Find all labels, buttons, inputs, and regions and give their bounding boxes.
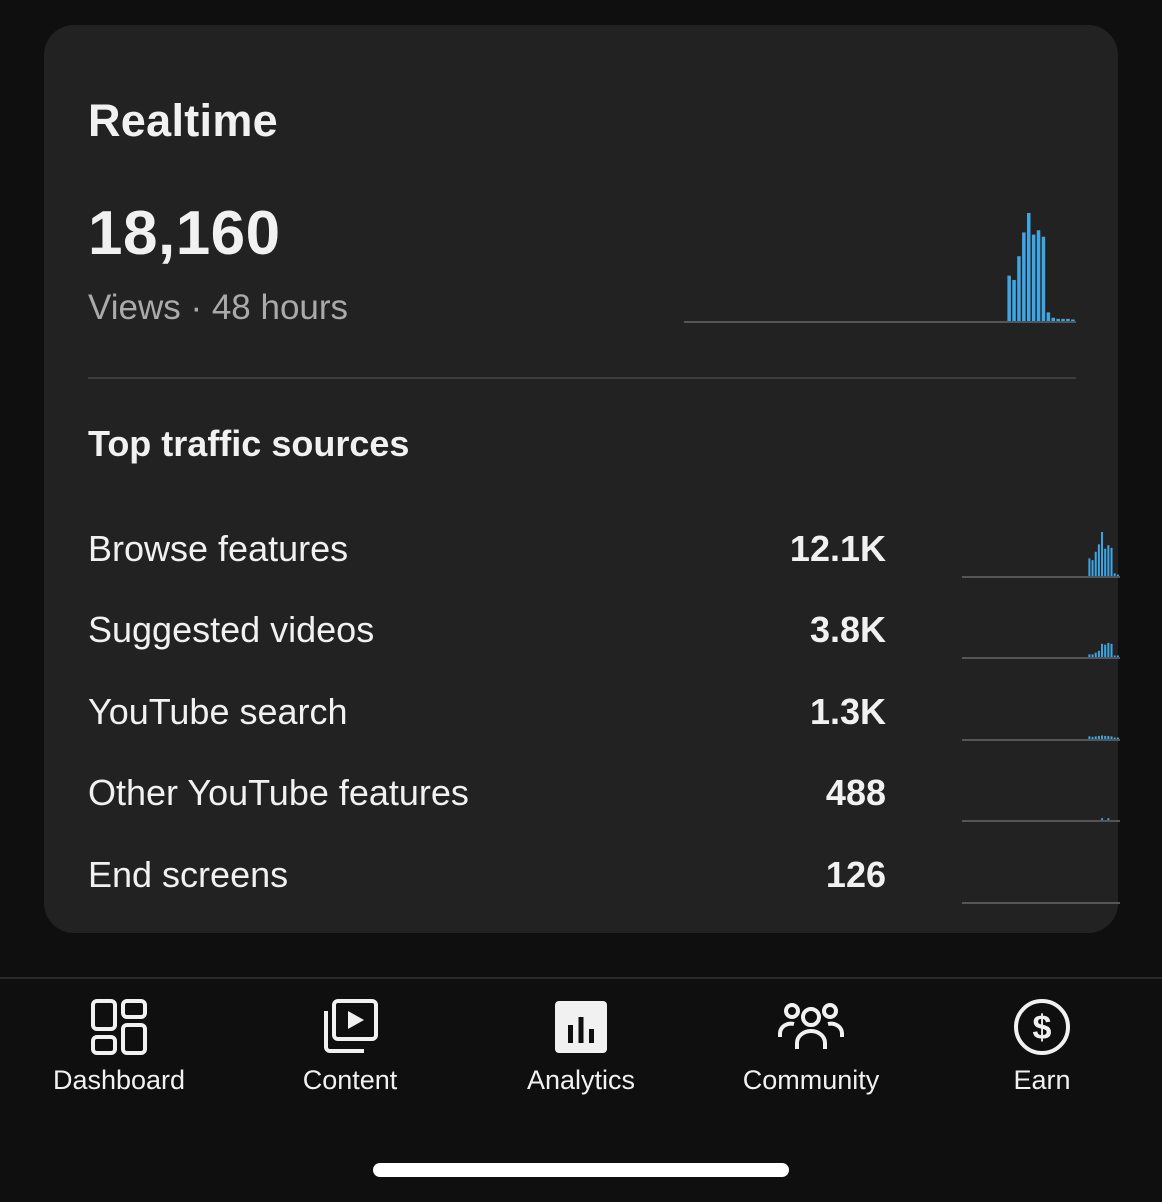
views-subtitle: Views · 48 hours [88, 288, 349, 327]
sparkline-bar [1101, 818, 1104, 820]
traffic-row-youtube-search[interactable]: YouTube search 1.3K [88, 682, 1120, 742]
sparkline-bar [1041, 236, 1046, 321]
nav-analytics[interactable]: Analytics [465, 979, 697, 1109]
sparkline-bar [1066, 318, 1070, 321]
sparkline-bar [1027, 213, 1031, 321]
realtime-title: Realtime [88, 95, 278, 146]
realtime-card[interactable]: Realtime 18,160 Views · 48 hours Top tra… [44, 25, 1120, 933]
traffic-row-other-youtube-features[interactable]: Other YouTube features 488 [88, 763, 1120, 823]
sparkline-bar [1094, 652, 1097, 657]
nav-earn[interactable]: $ Earn [926, 979, 1158, 1109]
nav-community[interactable]: Community [695, 979, 927, 1109]
sparkline-bar [1104, 735, 1107, 739]
traffic-source-sparkline [962, 902, 1120, 904]
sparkline-bar [1007, 275, 1011, 321]
sparkline-bar [1107, 642, 1110, 657]
traffic-source-label: Browse features [88, 528, 349, 569]
earn-icon: $ [1014, 999, 1070, 1055]
sparkline-bar [1110, 547, 1113, 576]
traffic-source-value: 1.3K [809, 691, 886, 732]
sparkline-bar [1097, 544, 1100, 576]
sparkline-bar [1113, 573, 1116, 576]
realtime-views-chart [684, 213, 1076, 323]
sparkline-bar [1071, 319, 1075, 321]
analytics-icon [555, 1001, 607, 1053]
sparkline-bar [1012, 279, 1016, 321]
sparkline-bar [1088, 654, 1091, 657]
divider [88, 377, 1076, 379]
sparkline-bar [1088, 736, 1091, 739]
sparkline-bar [1104, 548, 1107, 576]
sparkline-bar [1046, 312, 1051, 321]
traffic-source-label: Suggested videos [88, 609, 375, 650]
sparkline-bar [1022, 232, 1026, 321]
nav-label: Analytics [526, 1065, 636, 1095]
traffic-source-label: YouTube search [88, 691, 348, 732]
sparkline-bar [1101, 643, 1104, 657]
nav-content[interactable]: Content [234, 979, 466, 1109]
content-icon [324, 999, 378, 1053]
sparkline-bar [1101, 735, 1104, 739]
sparkline-bar [1101, 532, 1104, 576]
sparkline-bar [1107, 818, 1110, 820]
traffic-source-sparkline [962, 532, 1120, 578]
sparkline-bar [1056, 318, 1060, 321]
nav-label: Dashboard [52, 1065, 186, 1095]
sparkline-bar [1097, 650, 1100, 657]
home-indicator[interactable] [373, 1163, 789, 1177]
dashboard-icon [91, 999, 147, 1055]
traffic-sources-title: Top traffic sources [88, 423, 410, 464]
traffic-source-label: Other YouTube features [88, 772, 469, 813]
sparkline-bar [1110, 736, 1113, 739]
traffic-row-end-screens[interactable]: End screens 126 [88, 845, 1120, 905]
community-icon [778, 1003, 844, 1049]
traffic-source-sparkline [962, 735, 1120, 741]
sparkline-bar [1088, 558, 1091, 576]
traffic-source-value: 12.1K [789, 528, 886, 569]
sparkline-bar [1036, 230, 1041, 321]
svg-text:$: $ [1033, 1009, 1052, 1047]
sparkline-bar [1097, 735, 1100, 739]
sparkline-bar [1091, 560, 1094, 576]
traffic-row-browse-features[interactable]: Browse features 12.1K [88, 519, 1120, 579]
nav-label: Community [742, 1065, 880, 1095]
sparkline-bar [1107, 545, 1110, 576]
nav-label: Earn [1013, 1065, 1071, 1095]
sparkline-bar [1094, 736, 1097, 739]
traffic-source-label: End screens [88, 854, 289, 895]
nav-dashboard[interactable]: Dashboard [3, 979, 235, 1109]
traffic-source-value: 488 [825, 772, 886, 813]
sparkline-bar [1110, 643, 1113, 657]
sparkline-bar [1017, 256, 1021, 321]
views-count: 18,160 [88, 199, 281, 268]
traffic-source-value: 3.8K [809, 609, 886, 650]
sparkline-bar [1094, 551, 1097, 576]
sparkline-bar [1051, 317, 1055, 321]
traffic-source-sparkline [962, 818, 1120, 822]
sparkline-bar [1116, 655, 1119, 657]
sparkline-bar [1091, 654, 1094, 657]
nav-label: Content [302, 1065, 398, 1095]
sparkline-bar [1107, 735, 1110, 739]
sparkline-bar [1104, 644, 1107, 657]
sparkline-bar [1113, 737, 1116, 739]
sparkline-bar [1116, 737, 1119, 739]
traffic-row-suggested-videos[interactable]: Suggested videos 3.8K [88, 600, 1120, 660]
sparkline-bar [1116, 574, 1119, 576]
sparkline-bar [1031, 234, 1036, 321]
sparkline-bar [1061, 318, 1065, 321]
traffic-source-sparkline [962, 642, 1120, 659]
sparkline-bar [1113, 655, 1116, 657]
sparkline-bar [1091, 736, 1094, 739]
traffic-source-value: 126 [825, 854, 886, 895]
